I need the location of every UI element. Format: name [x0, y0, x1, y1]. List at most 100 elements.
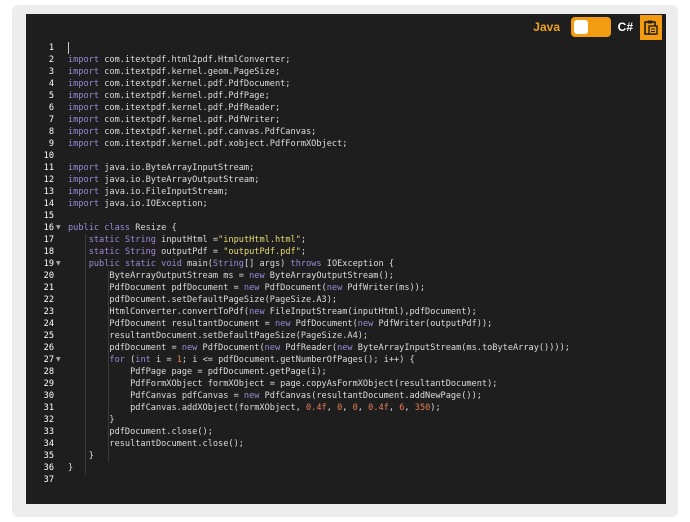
line-number: 28 — [43, 367, 54, 377]
code-token: HtmlConverter.convertToPdf( — [68, 307, 250, 317]
code-token: ); — [430, 403, 441, 413]
code-token: ByteArrayInputStream(ms.toByteArray())))… — [352, 343, 570, 353]
code-token: , — [326, 403, 338, 413]
line-number: 25 — [43, 331, 54, 341]
copy-code-button[interactable] — [640, 15, 662, 40]
code-token: PdfCanvas(resultantDocument.addNewPage()… — [259, 391, 482, 401]
code-token: com.itextpdf.kernel.pdf.PdfDocument; — [99, 79, 291, 89]
line-number: 31 — [43, 403, 54, 413]
code-token: ByteArrayOutputStream(); — [264, 271, 394, 281]
line-number: 12 — [43, 175, 54, 185]
line-number: 6 — [48, 103, 54, 113]
code-token: com.itextpdf.kernel.pdf.PdfWriter; — [99, 115, 281, 125]
code-token: resultantDocument.setDefaultPageSize(Pag… — [68, 331, 369, 341]
code-line: pdfCanvas.addXObject(formXObject, 0.4f, … — [68, 402, 441, 414]
code-token: [] args) — [243, 259, 291, 269]
line-number: 34 — [43, 439, 54, 449]
code-line: import com.itextpdf.kernel.pdf.PdfWriter… — [68, 114, 280, 126]
code-token: new — [357, 319, 374, 329]
code-token: PdfDocument( — [259, 283, 327, 293]
code-token: new — [326, 283, 343, 293]
code-token: new — [249, 271, 265, 281]
code-token: PdfCanvas pdfCanvas = — [68, 391, 244, 401]
line-number: 7 — [48, 115, 54, 125]
code-token: , — [404, 403, 415, 413]
language-toggle[interactable] — [571, 17, 611, 37]
code-line: import java.io.ByteArrayInputStream; — [68, 162, 254, 174]
line-number: 13 — [43, 187, 54, 197]
code-token: 0.4f — [306, 403, 327, 413]
code-token: } — [68, 451, 94, 461]
code-token: import — [68, 91, 100, 101]
code-line: resultantDocument.close(); — [68, 438, 244, 450]
code-token: i = — [150, 355, 177, 365]
fold-arrow-icon[interactable]: ▼ — [56, 222, 64, 234]
code-token: , — [388, 403, 400, 413]
code-token: String — [124, 247, 156, 257]
code-token: pdfCanvas.addXObject(formXObject, — [68, 403, 306, 413]
code-line: PdfCanvas pdfCanvas = new PdfCanvas(resu… — [68, 390, 482, 402]
code-token: ; i <= pdfDocument.getNumberOfPages(); i… — [181, 355, 415, 365]
code-token: inputHtml = — [155, 235, 219, 245]
code-token: outputPdf = — [155, 247, 224, 257]
line-number: 4 — [48, 79, 54, 89]
code-token: import — [68, 103, 100, 113]
line-number: 11 — [43, 163, 54, 173]
code-token: new — [249, 307, 265, 317]
code-token: import — [68, 187, 100, 197]
code-token: 0.4f — [368, 403, 389, 413]
code-token: static — [88, 247, 120, 257]
code-line: import java.io.ByteArrayOutputStream; — [68, 174, 259, 186]
code-token: } — [68, 415, 115, 425]
line-number: 18 — [43, 247, 54, 257]
code-token: java.io.ByteArrayOutputStream; — [99, 175, 260, 185]
line-number: 29 — [43, 379, 54, 389]
line-number: 2 — [48, 55, 54, 65]
line-number: 8 — [48, 127, 54, 137]
java-language-label[interactable]: Java — [533, 20, 560, 34]
code-token: pdfDocument = — [68, 343, 182, 353]
code-line: import com.itextpdf.kernel.pdf.PdfPage; — [68, 90, 270, 102]
code-content[interactable]: import com.itextpdf.html2pdf.HtmlConvert… — [64, 42, 666, 504]
code-token: PdfReader( — [280, 343, 338, 353]
code-token: for — [109, 355, 125, 365]
code-token: int — [135, 355, 151, 365]
code-line: pdfDocument.setDefaultPageSize(PageSize.… — [68, 294, 337, 306]
code-token: java.io.FileInputStream; — [99, 187, 229, 197]
code-token: com.itextpdf.kernel.pdf.PdfReader; — [99, 103, 281, 113]
code-line: import com.itextpdf.kernel.pdf.PdfDocume… — [68, 78, 290, 90]
code-line: import com.itextpdf.kernel.pdf.xobject.P… — [68, 138, 347, 150]
code-token: com.itextpdf.kernel.geom.PageSize; — [99, 67, 281, 77]
text-cursor — [68, 42, 69, 54]
line-number: 15 — [43, 211, 54, 221]
line-number: 24 — [43, 319, 54, 329]
line-number: 9 — [48, 139, 54, 149]
code-token: new — [243, 391, 260, 401]
code-token: import — [68, 115, 100, 125]
code-line: } — [68, 414, 115, 426]
code-line: pdfDocument = new PdfDocument(new PdfRea… — [68, 342, 570, 354]
code-token: } — [68, 463, 74, 473]
code-token: com.itextpdf.kernel.pdf.PdfPage; — [99, 91, 270, 101]
line-number: 32 — [43, 415, 54, 425]
line-number: 33 — [43, 427, 54, 437]
code-token: throws — [290, 259, 322, 269]
line-number: 23 — [43, 307, 54, 317]
code-token: import — [68, 139, 100, 149]
code-editor[interactable]: 1 2 3 4 5 6 7 8 9 10 11 12 13 14 15 16 ▼ 17 18 19 ▼ 20 21 22 23 2… — [26, 42, 666, 504]
code-token: class — [104, 223, 131, 233]
code-token: PdfDocument resultantDocument = — [68, 319, 275, 329]
fold-arrow-icon[interactable]: ▼ — [56, 258, 64, 270]
code-line: } — [68, 462, 73, 474]
code-token: java.io.IOException; — [99, 199, 208, 209]
code-token: com.itextpdf.kernel.pdf.canvas.PdfCanvas… — [99, 127, 317, 137]
code-line: static String inputHtml ="inputHtml.html… — [68, 234, 306, 246]
code-line: import com.itextpdf.kernel.geom.PageSize… — [68, 66, 280, 78]
code-token: , — [342, 403, 353, 413]
code-token: ByteArrayOutputStream ms = — [68, 271, 250, 281]
code-token: PdfPage page = pdfDocument.getPage(i); — [68, 367, 327, 377]
fold-arrow-icon[interactable]: ▼ — [56, 354, 64, 366]
csharp-language-label[interactable]: C# — [618, 20, 633, 34]
